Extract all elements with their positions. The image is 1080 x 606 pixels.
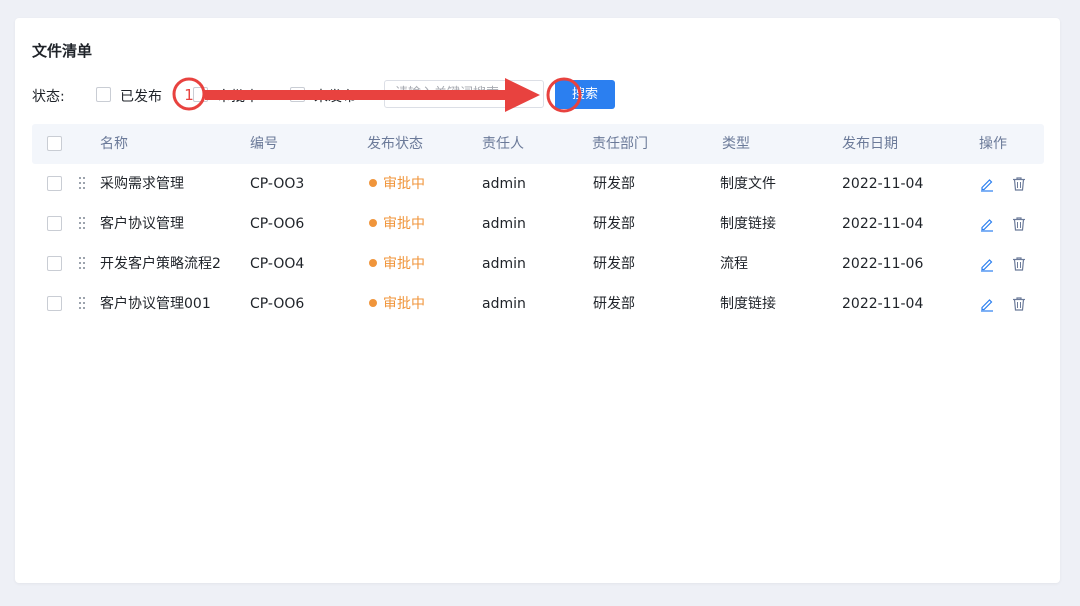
filter-unpublished-checkbox[interactable]: [290, 87, 305, 102]
row-type: 制度链接: [720, 296, 776, 312]
row-name: 客户协议管理: [100, 216, 184, 232]
file-table: 名称 编号 发布状态 责任人 责任部门 类型 发布日期 操作 采购需求管理 CP…: [32, 124, 1044, 324]
col-header-department: 责任部门: [592, 136, 648, 152]
search-button[interactable]: 搜索: [555, 80, 615, 109]
row-date: 2022-11-06: [842, 256, 924, 272]
row-status: 审批中: [369, 284, 425, 324]
col-header-owner: 责任人: [482, 136, 524, 152]
search-input[interactable]: 请输入关键词搜索: [384, 80, 544, 108]
edit-icon[interactable]: [979, 176, 995, 192]
row-owner: admin: [482, 296, 526, 312]
edit-icon[interactable]: [979, 216, 995, 232]
row-name: 客户协议管理001: [100, 296, 211, 312]
select-all-checkbox[interactable]: [47, 136, 62, 151]
status-filter-label: 状态:: [32, 89, 65, 105]
col-header-type: 类型: [722, 136, 750, 152]
drag-handle-icon[interactable]: [79, 297, 87, 309]
trash-icon[interactable]: [1011, 176, 1027, 192]
table-row: 客户协议管理 CP-OO6 审批中 admin 研发部 制度链接 2022-11…: [32, 204, 1044, 244]
trash-icon[interactable]: [1011, 296, 1027, 312]
row-owner: admin: [482, 216, 526, 232]
table-row: 客户协议管理001 CP-OO6 审批中 admin 研发部 制度链接 2022…: [32, 284, 1044, 324]
filter-published-label[interactable]: 已发布: [120, 86, 162, 106]
row-name: 采购需求管理: [100, 176, 184, 192]
drag-handle-icon[interactable]: [79, 177, 87, 189]
row-checkbox[interactable]: [47, 176, 62, 191]
row-checkbox[interactable]: [47, 296, 62, 311]
row-department: 研发部: [593, 296, 635, 312]
row-status-text: 审批中: [383, 256, 425, 272]
page-title: 文件清单: [32, 42, 93, 60]
edit-icon[interactable]: [979, 256, 995, 272]
row-type: 制度链接: [720, 216, 776, 232]
row-department: 研发部: [593, 256, 635, 272]
col-header-actions: 操作: [979, 136, 1007, 152]
file-list-card: 文件清单 状态: 已发布 审批中 未发布 请输入关键词搜索 搜索 名称 编号 发…: [15, 18, 1060, 583]
row-code: CP-OO3: [250, 176, 305, 192]
table-header: 名称 编号 发布状态 责任人 责任部门 类型 发布日期 操作: [32, 124, 1044, 164]
filter-unpublished-label[interactable]: 未发布: [314, 86, 356, 106]
table-row: 采购需求管理 CP-OO3 审批中 admin 研发部 制度文件 2022-11…: [32, 164, 1044, 204]
row-checkbox[interactable]: [47, 256, 62, 271]
edit-icon[interactable]: [979, 296, 995, 312]
col-header-name: 名称: [100, 136, 128, 152]
filter-pending-checkbox[interactable]: [193, 87, 208, 102]
status-dot-icon: [369, 299, 377, 307]
drag-handle-icon[interactable]: [79, 257, 87, 269]
row-status-text: 审批中: [383, 176, 425, 192]
status-dot-icon: [369, 219, 377, 227]
filter-published-checkbox[interactable]: [96, 87, 111, 102]
filter-pending-label[interactable]: 审批中: [217, 86, 259, 106]
row-owner: admin: [482, 256, 526, 272]
trash-icon[interactable]: [1011, 216, 1027, 232]
row-code: CP-OO6: [250, 296, 305, 312]
col-header-status: 发布状态: [367, 136, 423, 152]
row-department: 研发部: [593, 216, 635, 232]
row-name: 开发客户策略流程2: [100, 256, 221, 272]
col-header-date: 发布日期: [842, 136, 898, 152]
row-status-text: 审批中: [383, 296, 425, 312]
row-code: CP-OO4: [250, 256, 305, 272]
col-header-code: 编号: [250, 136, 278, 152]
filter-bar: 状态: 已发布 审批中 未发布 请输入关键词搜索 搜索: [32, 80, 632, 110]
status-dot-icon: [369, 259, 377, 267]
row-checkbox[interactable]: [47, 216, 62, 231]
row-status: 审批中: [369, 164, 425, 204]
status-dot-icon: [369, 179, 377, 187]
row-status: 审批中: [369, 204, 425, 244]
row-date: 2022-11-04: [842, 216, 924, 232]
row-status-text: 审批中: [383, 216, 425, 232]
drag-handle-icon[interactable]: [79, 217, 87, 229]
table-row: 开发客户策略流程2 CP-OO4 审批中 admin 研发部 流程 2022-1…: [32, 244, 1044, 284]
row-type: 流程: [720, 256, 748, 272]
trash-icon[interactable]: [1011, 256, 1027, 272]
row-owner: admin: [482, 176, 526, 192]
row-status: 审批中: [369, 244, 425, 284]
row-date: 2022-11-04: [842, 296, 924, 312]
row-type: 制度文件: [720, 176, 776, 192]
row-code: CP-OO6: [250, 216, 305, 232]
row-department: 研发部: [593, 176, 635, 192]
row-date: 2022-11-04: [842, 176, 924, 192]
